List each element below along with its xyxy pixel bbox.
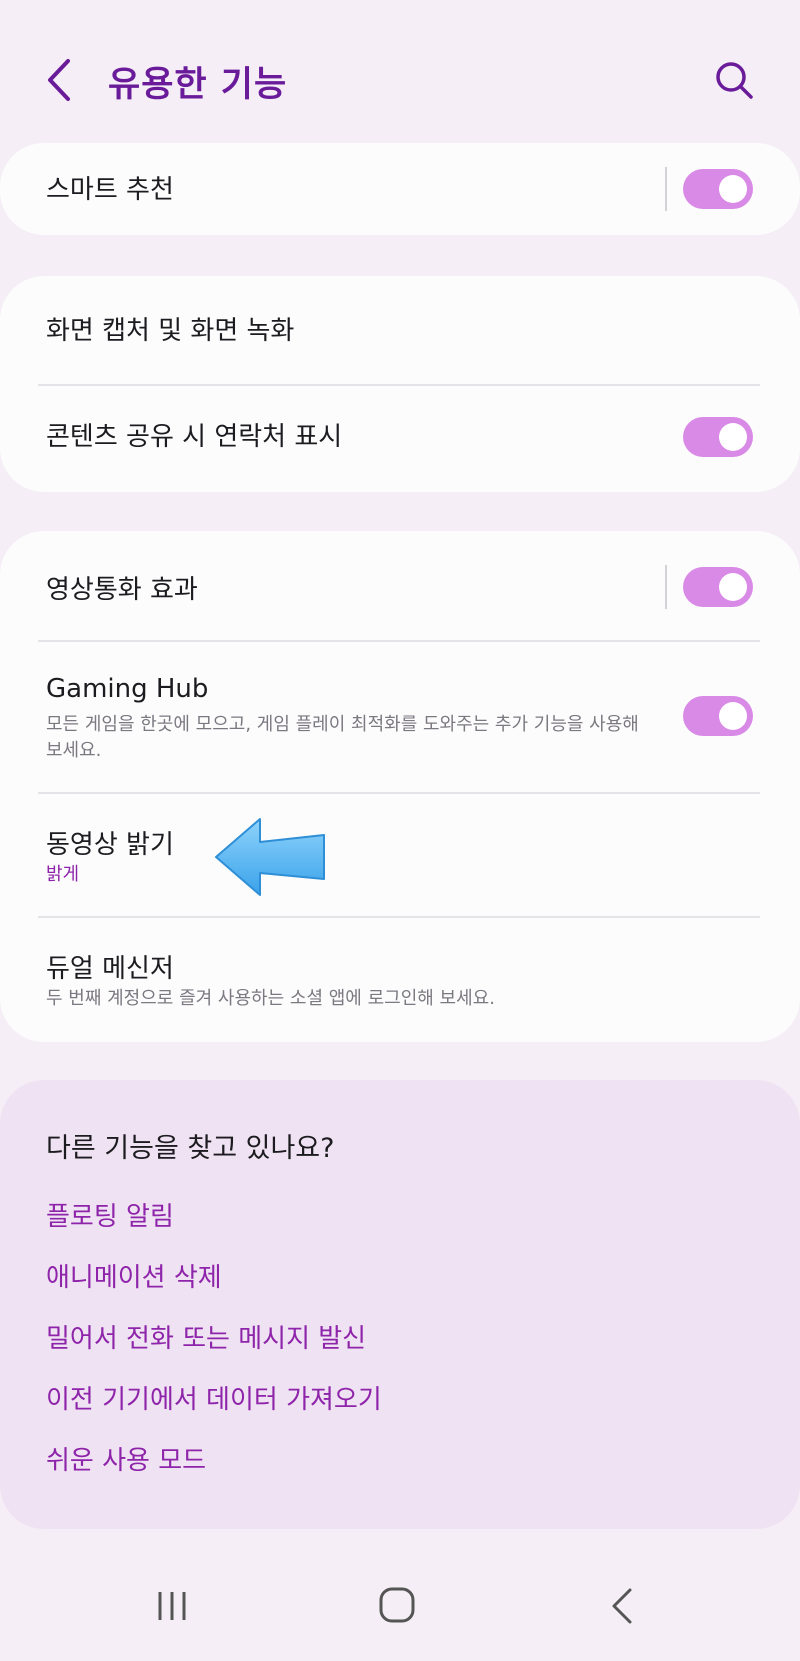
- setting-description: 모든 게임을 한곳에 모으고, 게임 플레이 최적화를 도와주는 추가 기능을 …: [46, 714, 639, 761]
- divider: [665, 167, 667, 211]
- divider: [665, 565, 667, 609]
- suggestion-link[interactable]: 쉬운 사용 모드: [46, 1440, 206, 1477]
- suggestion-link[interactable]: 애니메이션 삭제: [46, 1257, 222, 1294]
- card-capture-sharing: 화면 캡처 및 화면 녹화 콘텐츠 공유 시 연락처 표시: [0, 276, 800, 492]
- setting-row-video-brightness[interactable]: 동영상 밝기 밝게: [0, 794, 800, 916]
- back-icon: [612, 1588, 632, 1624]
- setting-row-video-call-effects[interactable]: 영상통화 효과: [0, 531, 800, 640]
- toggle-knob: [719, 175, 747, 203]
- card-smart-suggestions: 스마트 추천: [0, 143, 800, 235]
- setting-row-smart-suggestions[interactable]: 스마트 추천: [0, 143, 800, 235]
- home-icon: [379, 1587, 415, 1623]
- setting-title: 영상통화 효과: [46, 575, 198, 605]
- toggle-knob: [719, 573, 747, 601]
- search-button[interactable]: [712, 58, 758, 104]
- setting-title: 콘텐츠 공유 시 연락처 표시: [46, 422, 343, 452]
- setting-title: Gaming Hub: [46, 674, 209, 704]
- setting-title: 화면 캡처 및 화면 녹화: [46, 316, 295, 346]
- toggle-knob: [719, 423, 747, 451]
- video-call-effects-toggle[interactable]: [683, 567, 753, 607]
- share-contacts-toggle[interactable]: [683, 417, 753, 457]
- toggle-knob: [719, 702, 747, 730]
- suggestions-heading: 다른 기능을 찾고 있나요?: [46, 1133, 335, 1164]
- setting-row-dual-messenger[interactable]: 듀얼 메신저 두 번째 계정으로 즐겨 사용하는 소셜 앱에 로그인해 보세요.: [0, 918, 800, 1042]
- search-icon: [716, 62, 753, 99]
- setting-title: 동영상 밝기: [46, 830, 174, 860]
- system-nav-bar: [0, 1560, 800, 1661]
- recent-apps-icon: [158, 1592, 186, 1620]
- arrow-left-icon: [212, 815, 332, 899]
- setting-row-gaming-hub[interactable]: Gaming Hub 모든 게임을 한곳에 모으고, 게임 플레이 최적화를 도…: [0, 642, 800, 792]
- gaming-hub-toggle[interactable]: [683, 696, 753, 736]
- suggestion-link[interactable]: 밀어서 전화 또는 메시지 발신: [46, 1318, 366, 1355]
- setting-row-share-contacts[interactable]: 콘텐츠 공유 시 연락처 표시: [0, 386, 800, 492]
- home-button[interactable]: [378, 1586, 416, 1624]
- recent-apps-button[interactable]: [154, 1588, 190, 1624]
- suggestion-link[interactable]: 플로팅 알림: [46, 1196, 174, 1233]
- smart-suggestions-toggle[interactable]: [683, 169, 753, 209]
- setting-title: 스마트 추천: [46, 175, 174, 205]
- back-nav-button[interactable]: [608, 1586, 638, 1626]
- setting-row-screen-capture[interactable]: 화면 캡처 및 화면 녹화: [0, 276, 800, 384]
- suggestion-link[interactable]: 이전 기기에서 데이터 가져오기: [46, 1379, 382, 1416]
- back-button[interactable]: [40, 55, 80, 105]
- card-media-features: 영상통화 효과 Gaming Hub 모든 게임을 한곳에 모으고, 게임 플레…: [0, 531, 800, 1042]
- top-bar: 유용한 기능: [0, 0, 800, 140]
- setting-title: 듀얼 메신저: [46, 954, 174, 984]
- setting-value: 밝게: [46, 864, 80, 885]
- setting-description: 두 번째 계정으로 즐겨 사용하는 소셜 앱에 로그인해 보세요.: [46, 988, 495, 1009]
- chevron-left-icon: [48, 59, 70, 101]
- suggestions-panel: 다른 기능을 찾고 있나요? 플로팅 알림 애니메이션 삭제 밀어서 전화 또는…: [0, 1080, 800, 1529]
- page-title: 유용한 기능: [108, 65, 288, 105]
